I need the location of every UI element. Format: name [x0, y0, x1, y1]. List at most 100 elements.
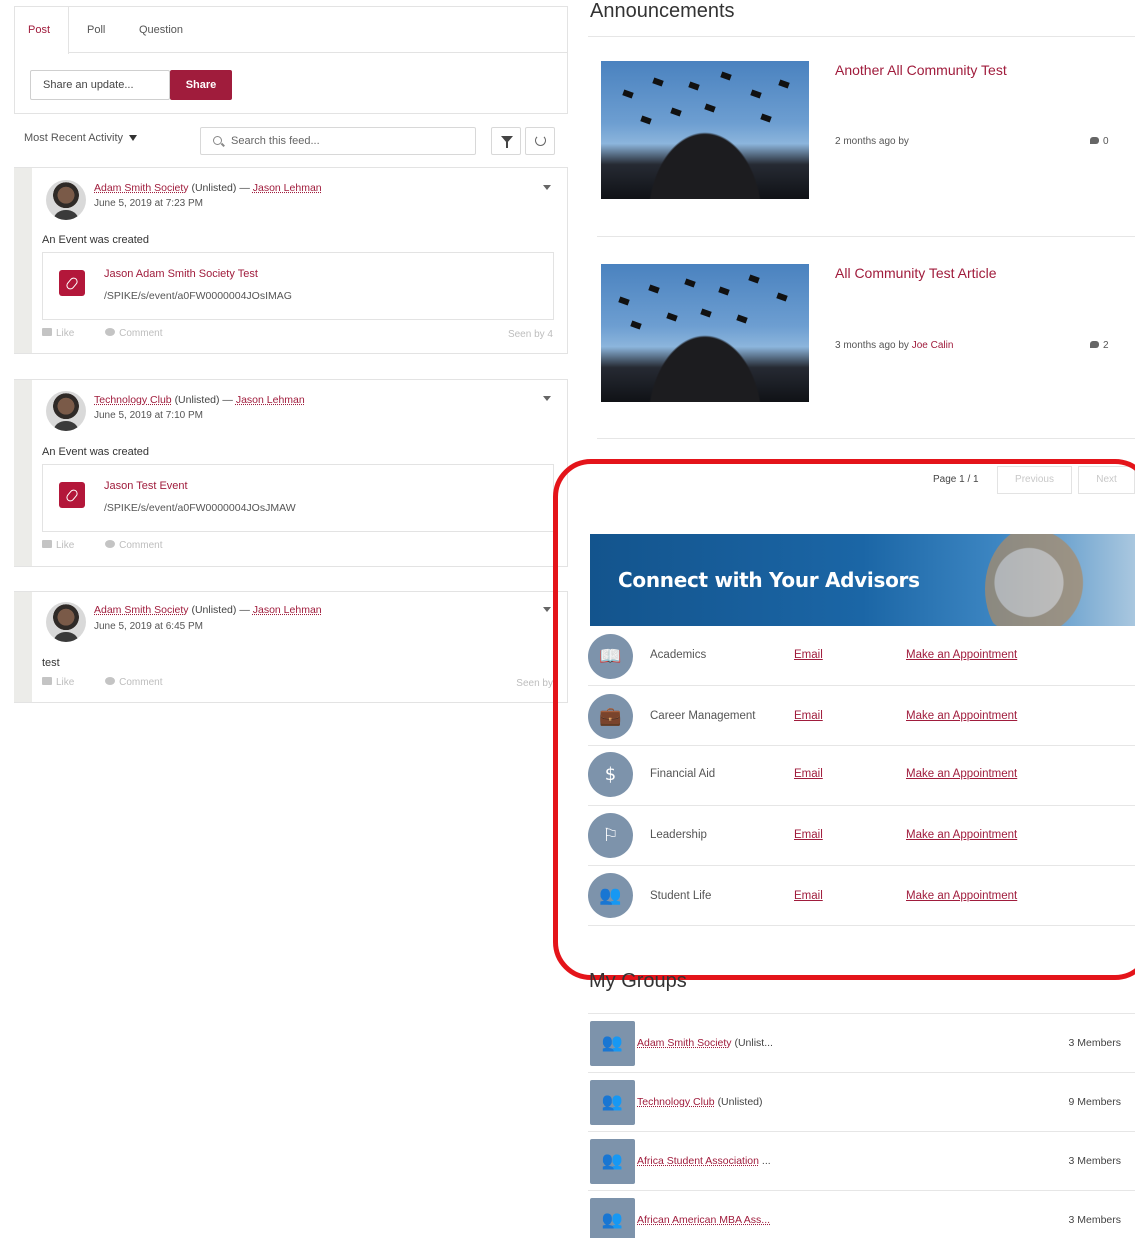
- feed-item-rail: [14, 592, 32, 702]
- refresh-button[interactable]: [525, 127, 555, 155]
- group-name: Africa Student Association ...: [637, 1155, 771, 1167]
- seen-by[interactable]: Seen by 4: [508, 329, 553, 340]
- tab-poll[interactable]: Poll: [87, 7, 105, 53]
- group-suffix: (Unlist...: [734, 1037, 773, 1049]
- tab-post[interactable]: Post: [15, 7, 69, 54]
- share-update-input[interactable]: Share an update...: [30, 70, 170, 100]
- card-title[interactable]: Jason Test Event: [104, 480, 188, 492]
- member-count: 3 Members: [1068, 1155, 1121, 1167]
- group-name: Technology Club (Unlisted): [637, 1096, 763, 1108]
- group-link[interactable]: Technology Club: [637, 1096, 715, 1108]
- my-groups-title: My Groups: [589, 970, 687, 992]
- like-button[interactable]: Like: [42, 328, 74, 339]
- group-link[interactable]: Adam Smith Society: [637, 1037, 732, 1049]
- group-link[interactable]: Adam Smith Society: [94, 182, 189, 194]
- author-link[interactable]: Jason Lehman: [253, 182, 322, 194]
- avatar[interactable]: [46, 602, 86, 642]
- cap-shape: [688, 81, 700, 91]
- divider: [597, 236, 1135, 237]
- announcement-age: 3 months ago by: [835, 340, 909, 351]
- member-count: 3 Members: [1068, 1037, 1121, 1049]
- announcement-image[interactable]: [601, 61, 809, 199]
- cap-shape: [684, 278, 696, 288]
- event-link-card[interactable]: Jason Adam Smith Society Test /SPIKE/s/e…: [42, 252, 554, 320]
- group-row: 👥 Technology Club (Unlisted) 9 Members: [588, 1072, 1135, 1130]
- cap-shape: [778, 79, 790, 89]
- announcement-title-link[interactable]: Another All Community Test: [835, 62, 1007, 78]
- card-url: /SPIKE/s/event/a0FW0000004JOsJMAW: [104, 502, 296, 514]
- sort-dropdown[interactable]: Most Recent Activity: [24, 132, 138, 150]
- like-button[interactable]: Like: [42, 540, 74, 551]
- like-label: Like: [56, 328, 75, 339]
- group-link[interactable]: African American MBA Ass...: [637, 1214, 770, 1226]
- cap-shape: [666, 312, 678, 322]
- feed-item-header: Adam Smith Society (Unlisted) — Jason Le…: [94, 604, 322, 616]
- thumbs-up-icon: [42, 677, 52, 685]
- avatar[interactable]: [46, 391, 86, 431]
- cap-shape: [648, 284, 660, 294]
- refresh-icon: [535, 135, 546, 146]
- feed-item-date: June 5, 2019 at 7:23 PM: [94, 198, 203, 209]
- like-label: Like: [56, 677, 75, 688]
- group-link[interactable]: Adam Smith Society: [94, 604, 189, 616]
- feed-item-body: An Event was created: [42, 234, 150, 246]
- item-menu-chevron-icon[interactable]: [543, 607, 551, 612]
- feed-item: Adam Smith Society (Unlisted) — Jason Le…: [14, 167, 568, 354]
- group-link[interactable]: Africa Student Association: [637, 1155, 759, 1167]
- share-button[interactable]: Share: [170, 70, 232, 100]
- card-url: /SPIKE/s/event/a0FW0000004JOsIMAG: [104, 290, 292, 302]
- comment-button[interactable]: Comment: [105, 540, 163, 551]
- group-people-icon: 👥: [590, 1080, 635, 1125]
- group-row: 👥 Adam Smith Society (Unlist... 3 Member…: [588, 1013, 1135, 1071]
- comment-button[interactable]: Comment: [105, 677, 163, 688]
- feed-item-body: test: [42, 657, 60, 669]
- link-icon: [59, 270, 85, 296]
- like-button[interactable]: Like: [42, 677, 74, 688]
- cap-shape: [748, 274, 760, 284]
- announcement-age: 2 months ago by: [835, 136, 909, 147]
- caret-down-icon: [129, 135, 138, 142]
- group-people-icon: 👥: [590, 1198, 635, 1238]
- feed-item-rail: [14, 380, 32, 566]
- comment-icon: [105, 328, 116, 336]
- author-link[interactable]: Jason Lehman: [236, 394, 305, 406]
- announcement-author[interactable]: Joe Calin: [912, 340, 954, 351]
- separator: —: [239, 182, 250, 194]
- event-link-card[interactable]: Jason Test Event /SPIKE/s/event/a0FW0000…: [42, 464, 554, 532]
- link-icon: [59, 482, 85, 508]
- cap-shape: [670, 107, 682, 117]
- announcement-title-link[interactable]: All Community Test Article: [835, 265, 997, 281]
- seen-by[interactable]: Seen by: [516, 678, 553, 689]
- group-row: 👥 African American MBA Ass... 3 Members: [588, 1190, 1135, 1238]
- cap-shape: [630, 320, 642, 330]
- cap-shape: [652, 77, 664, 87]
- filter-icon: [501, 136, 513, 148]
- separator: —: [239, 604, 250, 616]
- feed-search-input[interactable]: Search this feed...: [200, 127, 476, 155]
- group-row: 👥 Africa Student Association ... 3 Membe…: [588, 1131, 1135, 1189]
- avatar[interactable]: [46, 180, 86, 220]
- item-menu-chevron-icon[interactable]: [543, 185, 551, 190]
- comment-button[interactable]: Comment: [105, 328, 163, 339]
- feed-item-body: An Event was created: [42, 446, 150, 458]
- thumbs-up-icon: [42, 540, 52, 548]
- comment-label: Comment: [119, 328, 163, 339]
- visibility-label: (Unlisted): [191, 182, 237, 194]
- item-menu-chevron-icon[interactable]: [543, 396, 551, 401]
- announcement-image[interactable]: [601, 264, 809, 402]
- cap-shape: [750, 89, 762, 99]
- feed-search-placeholder: Search this feed...: [231, 135, 320, 147]
- divider: [597, 438, 1135, 439]
- card-title[interactable]: Jason Adam Smith Society Test: [104, 268, 258, 280]
- feed-item-rail: [14, 168, 32, 353]
- cap-shape: [736, 314, 748, 324]
- group-link[interactable]: Technology Club: [94, 394, 172, 406]
- comment-icon: [105, 540, 116, 548]
- tab-question[interactable]: Question: [139, 7, 183, 53]
- comment-icon: [105, 677, 116, 685]
- author-link[interactable]: Jason Lehman: [253, 604, 322, 616]
- feed-item-actions: Like Comment: [42, 540, 191, 551]
- highlight-annotation: [553, 459, 1135, 980]
- filter-button[interactable]: [491, 127, 521, 155]
- publisher: Post Poll Question Share an update... Sh…: [14, 6, 568, 114]
